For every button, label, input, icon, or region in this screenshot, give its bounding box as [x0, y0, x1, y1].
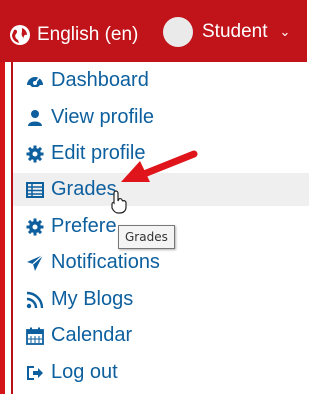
mouse-pointer-icon: [111, 190, 127, 214]
menu-item-label: My Blogs: [51, 288, 134, 310]
menu-item-my-blogs[interactable]: My Blogs: [13, 283, 309, 316]
menu-item-notifications[interactable]: Notifications: [13, 246, 309, 279]
avatar: [163, 17, 193, 47]
menu-item-label: View profile: [51, 106, 155, 128]
sign-out-icon: [27, 365, 43, 380]
dashboard-icon: [27, 76, 43, 87]
menu-item-dashboard[interactable]: Dashboard: [13, 64, 309, 97]
user-label: Student: [202, 21, 268, 42]
menu-item-label: Grades: [51, 178, 117, 200]
gear-icon: [26, 145, 44, 162]
left-border-bar: [0, 62, 5, 394]
globe-icon: [10, 25, 30, 45]
tooltip-text: Grades: [125, 230, 168, 244]
menu-item-label: Log out: [51, 361, 118, 383]
rss-icon: [26, 291, 44, 308]
menu-item-label: Notifications: [51, 251, 160, 273]
menu-item-calendar[interactable]: Calendar: [13, 319, 309, 352]
menu-item-view-profile[interactable]: View profile: [13, 101, 309, 134]
language-menu[interactable]: English (en): [10, 23, 138, 47]
menu-item-label: Prefere: [51, 215, 117, 237]
tooltip: Grades: [118, 225, 175, 249]
wrench-icon: [26, 218, 44, 235]
menu-item-log-out[interactable]: Log out: [13, 356, 309, 389]
paper-plane-icon: [27, 254, 44, 271]
calendar-icon: [26, 327, 44, 345]
language-label: English (en): [37, 24, 139, 45]
user-menu[interactable]: Student ⌄: [163, 17, 290, 47]
menu-item-label: Calendar: [51, 324, 133, 346]
user-icon: [28, 109, 42, 126]
table-icon: [26, 181, 44, 198]
top-navbar: English (en) Student ⌄: [0, 0, 307, 62]
chevron-down-icon: ⌄: [279, 24, 291, 39]
annotation-arrow-icon: [121, 150, 198, 182]
menu-item-label: Dashboard: [51, 69, 149, 91]
